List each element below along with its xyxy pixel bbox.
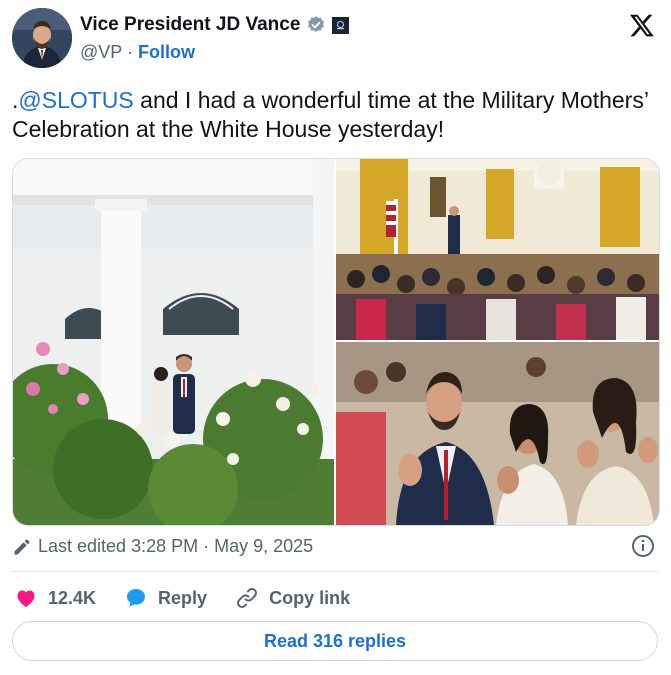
heart-icon: [17, 590, 35, 607]
like-count: 12.4K: [48, 587, 97, 608]
reply-button[interactable]: Reply: [124, 586, 207, 610]
media-grid: [12, 158, 660, 526]
reply-label: Reply: [158, 587, 208, 608]
edited-text[interactable]: Last edited 3:28 PM · May 9, 2025: [38, 536, 313, 557]
photo-applause[interactable]: [336, 342, 659, 525]
tweet-text: .@SLOTUS and I had a wonderful time at t…: [12, 86, 652, 144]
avatar[interactable]: [12, 8, 72, 68]
like-button[interactable]: 12.4K: [14, 586, 96, 610]
x-logo-icon[interactable]: [629, 12, 655, 38]
copy-link-label: Copy link: [269, 587, 351, 608]
info-icon[interactable]: [631, 534, 655, 558]
follow-button[interactable]: Follow: [138, 42, 195, 62]
edited-meta[interactable]: Last edited 3:28 PM · May 9, 2025: [12, 536, 313, 557]
handle-row: @VP · Follow: [80, 42, 195, 63]
tweet-card: Vice President JD Vance @VP · Follow .@S…: [0, 0, 671, 675]
author-name[interactable]: Vice President JD Vance: [80, 14, 300, 36]
verified-badge-icon: [308, 16, 325, 32]
author-name-row[interactable]: Vice President JD Vance: [80, 14, 350, 36]
author-handle[interactable]: @VP: [80, 42, 122, 62]
mention-link[interactable]: @SLOTUS: [18, 87, 133, 113]
action-bar: 12.4K Reply Copy link: [14, 584, 378, 612]
photo-rose-garden[interactable]: [13, 159, 334, 525]
edit-pencil-icon: [14, 539, 30, 554]
copy-link-button[interactable]: Copy link: [235, 586, 350, 610]
separator: ·: [126, 42, 133, 62]
divider: [12, 571, 659, 572]
read-replies-button[interactable]: Read 316 replies: [12, 621, 658, 661]
government-badge-icon: [332, 16, 350, 34]
reply-bubble-icon: [127, 589, 146, 607]
link-icon: [237, 588, 258, 608]
photo-east-room[interactable]: [336, 159, 659, 340]
